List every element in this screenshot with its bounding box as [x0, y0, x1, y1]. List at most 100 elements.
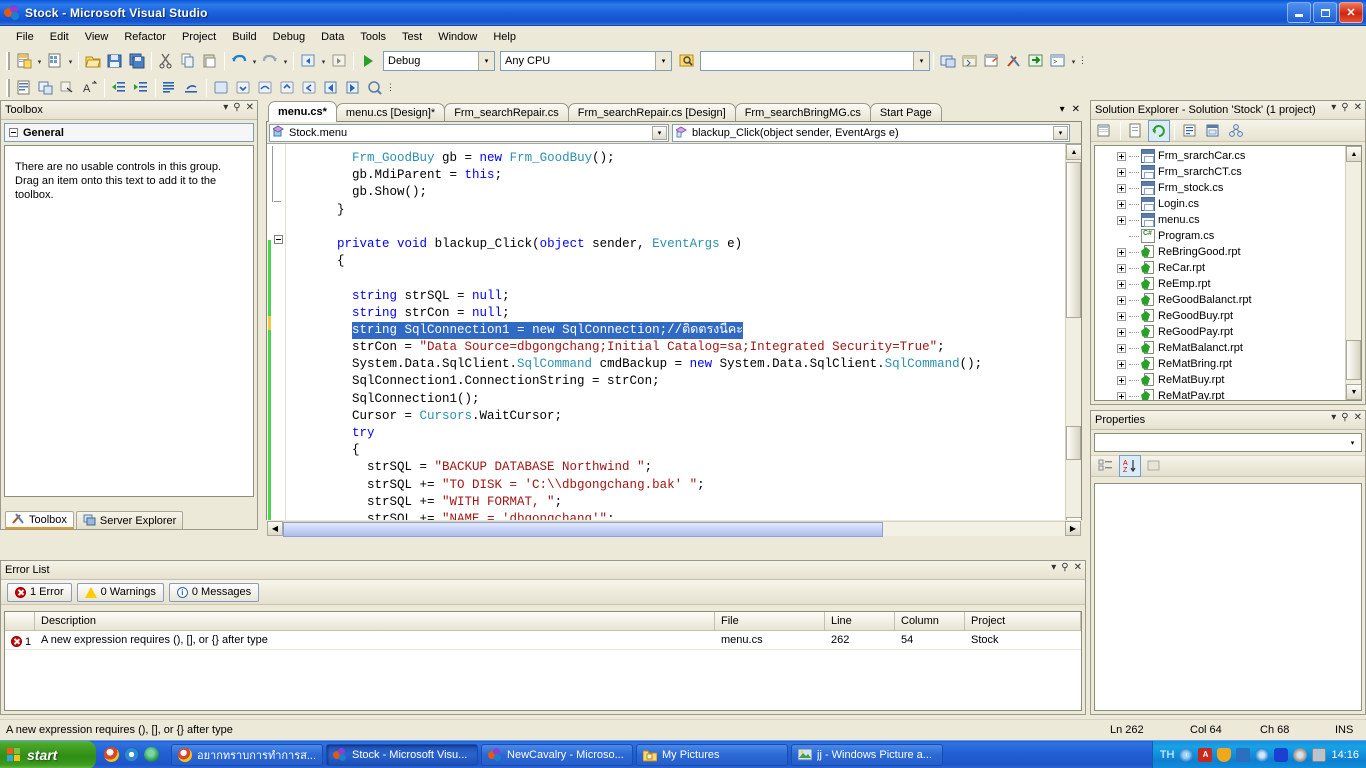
- media-player-icon[interactable]: [144, 747, 159, 762]
- code-line[interactable]: strSQL += "TO DISK = 'C:\\dbgongchang.ba…: [286, 477, 1065, 494]
- scroll-up-icon[interactable]: ▲: [1346, 146, 1361, 162]
- solution-item-reemp-rpt[interactable]: ReEmp.rpt: [1095, 276, 1345, 292]
- horizontal-scrollbar-thumb[interactable]: [283, 522, 883, 537]
- bluetooth-icon[interactable]: [1274, 747, 1289, 762]
- tools-icon[interactable]: [1003, 50, 1025, 72]
- command-window-dropdown-icon[interactable]: ▾: [1069, 50, 1078, 72]
- navigate-backward-icon[interactable]: [297, 50, 319, 72]
- scroll-left-icon[interactable]: ◀: [267, 521, 283, 536]
- editor-tab-frm-searchrepair-cs-design[interactable]: Frm_searchRepair.cs [Design]: [567, 103, 736, 122]
- properties-window-icon[interactable]: [981, 50, 1003, 72]
- solution-tree-items[interactable]: Frm_srarchCar.cs Frm_srarchCT.cs Frm_stock…: [1095, 146, 1345, 400]
- editor-tab-frm-searchrepair-cs[interactable]: Frm_searchRepair.cs: [444, 103, 569, 122]
- property-pages-icon[interactable]: [1143, 455, 1165, 477]
- new-project-icon[interactable]: [13, 50, 35, 72]
- solution-tree[interactable]: Frm_srarchCar.cs Frm_srarchCT.cs Frm_stock…: [1094, 145, 1362, 401]
- previous-bookmark-icon[interactable]: [320, 77, 342, 99]
- menu-item-test[interactable]: Test: [394, 29, 430, 45]
- shield-icon[interactable]: [1217, 747, 1232, 762]
- code-line[interactable]: System.Data.SqlClient.SqlCommand cmdBack…: [286, 356, 1065, 373]
- editor-tab-menu-cs[interactable]: menu.cs*: [268, 101, 337, 122]
- chevron-down-icon[interactable]: ▾: [1053, 125, 1068, 140]
- error-filter-1-error[interactable]: 1 Error: [7, 582, 72, 602]
- find-combo[interactable]: ▾: [700, 51, 930, 71]
- expand-icon[interactable]: [1117, 359, 1126, 369]
- error-list-rows[interactable]: 1 A new expression requires (), [], or {}…: [5, 631, 1081, 650]
- step-into-icon[interactable]: [232, 77, 254, 99]
- undo-dropdown-icon[interactable]: ▾: [250, 50, 259, 72]
- expand-icon[interactable]: [1117, 375, 1126, 385]
- undo-icon[interactable]: [228, 50, 250, 72]
- code-line[interactable]: [286, 219, 1065, 236]
- vertical-scrollbar-thumb-lower[interactable]: [1066, 426, 1081, 460]
- minimize-button[interactable]: [1287, 2, 1311, 23]
- close-icon[interactable]: ✕: [1354, 102, 1362, 114]
- navigate-forward-icon[interactable]: [328, 50, 350, 72]
- uncomment-selection-icon[interactable]: [57, 77, 79, 99]
- error-column-header[interactable]: [5, 612, 35, 630]
- window-position-icon[interactable]: ▾: [1331, 412, 1336, 424]
- taskbar-button[interactable]: NewCavalry - Microso...: [481, 743, 634, 766]
- outlining-margin[interactable]: [272, 144, 286, 533]
- start-debugging-icon[interactable]: [357, 50, 379, 72]
- solution-item-frm-stock-cs[interactable]: Frm_stock.cs: [1095, 180, 1345, 196]
- network-icon[interactable]: [1236, 747, 1251, 762]
- solution-explorer-scrollbar[interactable]: ▲ ▼: [1345, 146, 1361, 400]
- save-all-icon[interactable]: [126, 50, 148, 72]
- error-column-header[interactable]: File: [715, 612, 825, 630]
- solution-item-login-cs[interactable]: Login.cs: [1095, 196, 1345, 212]
- code-line[interactable]: Frm_GoodBuy gb = new Frm_GoodBuy();: [286, 150, 1065, 167]
- next-bookmark-icon[interactable]: [342, 77, 364, 99]
- alphabetical-icon[interactable]: AZ: [1119, 455, 1141, 477]
- bookmark-icon[interactable]: [159, 77, 181, 99]
- code-text[interactable]: Frm_GoodBuy gb = new Frm_GoodBuy(); gb.M…: [286, 144, 1065, 533]
- window-position-icon[interactable]: ▾: [223, 102, 228, 114]
- expand-icon[interactable]: [1117, 311, 1126, 321]
- menu-item-project[interactable]: Project: [174, 29, 224, 45]
- error-column-header[interactable]: Project: [965, 612, 1081, 630]
- redo-dropdown-icon[interactable]: ▾: [281, 50, 290, 72]
- add-new-item-dropdown-icon[interactable]: ▾: [66, 50, 75, 72]
- step-back-icon[interactable]: [298, 77, 320, 99]
- expand-icon[interactable]: [1117, 327, 1126, 337]
- error-filter-0-warnings[interactable]: 0 Warnings: [76, 582, 164, 602]
- menu-item-data[interactable]: Data: [313, 29, 352, 45]
- auto-hide-pin-icon[interactable]: ⚲: [1341, 412, 1348, 424]
- monitor-icon[interactable]: [1312, 747, 1327, 762]
- error-list-table[interactable]: Description File Line Column Project 1 A new …: [4, 611, 1082, 711]
- close-tab-icon[interactable]: ✕: [1072, 104, 1080, 115]
- code-line[interactable]: gb.Show();: [286, 184, 1065, 201]
- expand-icon[interactable]: [1117, 215, 1126, 225]
- close-button[interactable]: ✕: [1339, 2, 1363, 23]
- quickwatch-icon[interactable]: [364, 77, 386, 99]
- paste-icon[interactable]: [199, 50, 221, 72]
- navigate-backward-dropdown-icon[interactable]: ▾: [319, 50, 328, 72]
- taskbar-button[interactable]: อยากทราบการทำการส...: [171, 743, 324, 766]
- cut-icon[interactable]: [155, 50, 177, 72]
- code-line[interactable]: try: [286, 425, 1065, 442]
- find-in-files-icon[interactable]: [676, 50, 698, 72]
- solution-item-rebringgood-rpt[interactable]: ReBringGood.rpt: [1095, 244, 1345, 260]
- new-project-dropdown-icon[interactable]: ▾: [35, 50, 44, 72]
- editor-tab-start-page[interactable]: Start Page: [869, 103, 942, 122]
- solution-configurations-combo[interactable]: Debug ▾: [383, 51, 495, 71]
- toolbar-overflow-icon[interactable]: ⋮: [386, 77, 395, 99]
- add-new-item-icon[interactable]: [44, 50, 66, 72]
- maximize-button[interactable]: [1313, 2, 1337, 23]
- decrease-indent-icon[interactable]: [108, 77, 130, 99]
- chevron-down-icon[interactable]: ▾: [655, 52, 671, 70]
- show-hidden-icon[interactable]: ‹: [1179, 747, 1194, 762]
- solution-scrollbar-thumb[interactable]: [1346, 340, 1361, 380]
- expand-icon[interactable]: [1117, 247, 1126, 257]
- code-line[interactable]: string SqlConnection1 = new SqlConnectio…: [286, 321, 1065, 340]
- code-line[interactable]: Cursor = Cursors.WaitCursor;: [286, 408, 1065, 425]
- expand-icon[interactable]: [1117, 167, 1126, 177]
- solution-item-frm-srarchct-cs[interactable]: Frm_srarchCT.cs: [1095, 164, 1345, 180]
- toolbox-group-general[interactable]: General: [4, 123, 254, 142]
- error-column-header[interactable]: Description: [35, 612, 715, 630]
- menu-item-refactor[interactable]: Refactor: [116, 29, 174, 45]
- code-line[interactable]: private void blackup_Click(object sender…: [286, 236, 1065, 253]
- menu-item-view[interactable]: View: [77, 29, 117, 45]
- expand-icon[interactable]: [1117, 391, 1126, 400]
- object-browser-icon[interactable]: [937, 50, 959, 72]
